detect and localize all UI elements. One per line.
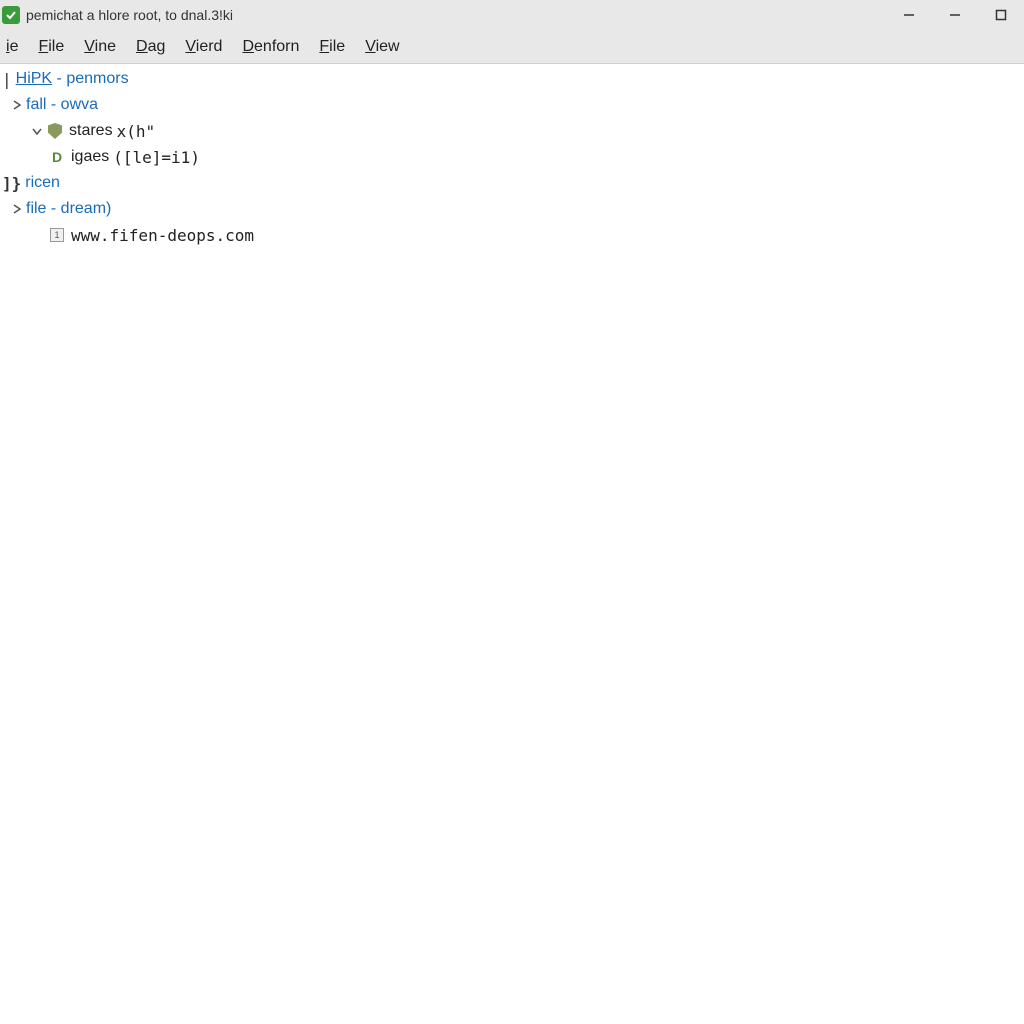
tree-node-igaes[interactable]: D igaes ([le]=i1) [0, 144, 1024, 170]
minimize-button[interactable] [886, 0, 932, 30]
menu-ie[interactable]: ie [4, 34, 28, 60]
menu-file[interactable]: File [28, 34, 74, 60]
page-icon: 1 [48, 226, 66, 244]
brace-icon: ]} [2, 174, 21, 193]
restore-button[interactable] [932, 0, 978, 30]
maximize-button[interactable] [978, 0, 1024, 30]
tree-label[interactable]: ricen [25, 174, 60, 192]
tree-root-ricen[interactable]: ]} ricen [0, 170, 1024, 196]
menu-vierd[interactable]: Vierd [175, 34, 232, 60]
tree-node-file-dream[interactable]: file - dream) [0, 196, 1024, 222]
brace-icon: | [2, 70, 12, 89]
chevron-right-icon[interactable] [8, 100, 26, 110]
shield-icon [46, 122, 64, 140]
tree-label[interactable]: www.fifen-deops.com [71, 226, 254, 245]
d-icon: D [48, 148, 66, 166]
tree-node-fall[interactable]: fall - owva [0, 92, 1024, 118]
menu-denforn[interactable]: Denforn [232, 34, 309, 60]
app-icon [2, 6, 20, 24]
titlebar: pemichat a hlore root, to dnal.3!ki [0, 0, 1024, 30]
tree-label[interactable]: file - dream) [26, 200, 111, 218]
tree-label[interactable]: fall - owva [26, 96, 98, 114]
window-title: pemichat a hlore root, to dnal.3!ki [26, 7, 233, 23]
tree-label[interactable]: HiPK - penmors [16, 70, 129, 88]
tree-label: igaes [71, 148, 109, 166]
menu-view[interactable]: View [355, 34, 409, 60]
tree-label: stares [69, 122, 113, 140]
tree-root-hipk[interactable]: | HiPK - penmors [0, 66, 1024, 92]
menubar: ie File Vine Dag Vierd Denforn File View [0, 30, 1024, 64]
chevron-right-icon[interactable] [8, 204, 26, 214]
tree-ext: x(h" [117, 122, 156, 141]
tree-node-url[interactable]: 1 www.fifen-deops.com [0, 222, 1024, 248]
menu-file-2[interactable]: File [309, 34, 355, 60]
menu-vine[interactable]: Vine [74, 34, 126, 60]
menu-dag[interactable]: Dag [126, 34, 175, 60]
tree-node-stares[interactable]: stares x(h" [0, 118, 1024, 144]
tree-view: | HiPK - penmors fall - owva stares x(h"… [0, 64, 1024, 250]
tree-ext: ([le]=i1) [113, 148, 200, 167]
chevron-down-icon[interactable] [28, 126, 46, 136]
window-controls [886, 0, 1024, 30]
